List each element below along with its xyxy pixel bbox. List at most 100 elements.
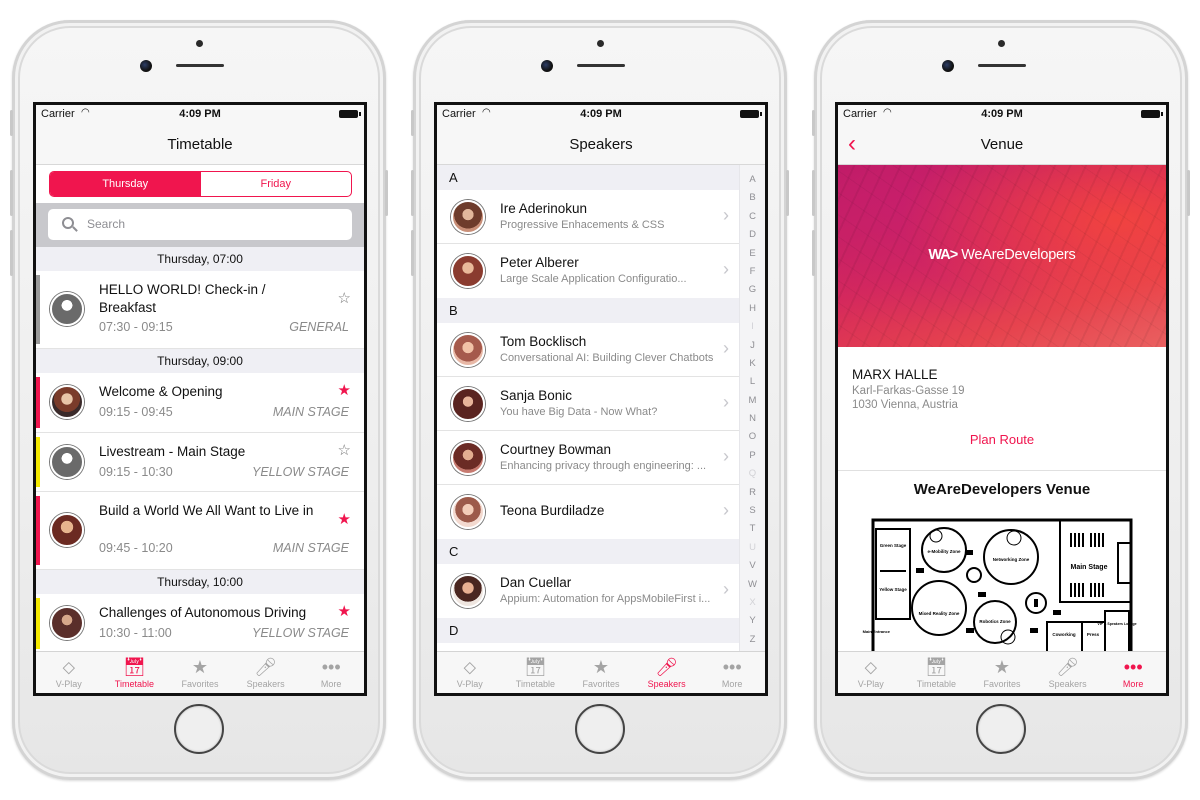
index-letter-b[interactable]: B [740, 189, 765, 207]
timetable-list[interactable]: Thursday, 07:00 HELLO WORLD! Check-in / … [36, 247, 364, 651]
page-title: Speakers [569, 136, 633, 153]
segment-friday[interactable]: Friday [201, 172, 352, 196]
index-letter-j[interactable]: J [740, 337, 765, 355]
tab-speakers[interactable]: 🎤︎ Speakers [634, 652, 700, 693]
home-button[interactable] [976, 704, 1026, 754]
index-letter-k[interactable]: K [740, 355, 765, 373]
main-stage-platform [1117, 542, 1132, 584]
index-letter-y[interactable]: Y [740, 612, 765, 630]
session-row[interactable]: Livestream - Main Stage 09:15 - 10:30 YE… [36, 433, 364, 492]
section-index-bar[interactable]: ABCDEFGHIJKLMNOPQRSTUVWXYZ [739, 165, 765, 651]
index-letter-p[interactable]: P [740, 447, 765, 465]
tab-more[interactable]: ••• More [1100, 652, 1166, 693]
index-letter-m[interactable]: M [740, 392, 765, 410]
venue-address-city: 1030 Vienna, Austria [852, 399, 958, 411]
index-letter-u[interactable]: U [740, 539, 765, 557]
favorite-star-icon[interactable]: ☆ [338, 291, 351, 306]
venue-hero-image: WA> WeAreDevelopers [838, 165, 1166, 347]
index-letter-r[interactable]: R [740, 484, 765, 502]
tab-label: Speakers [246, 679, 285, 689]
tab-favorites[interactable]: ★ Favorites [969, 652, 1035, 693]
index-letter-i[interactable]: I [740, 318, 765, 336]
index-letter-q[interactable]: Q [740, 465, 765, 483]
session-row[interactable]: Build a World We All Want to Live in 09:… [36, 492, 364, 570]
index-letter-n[interactable]: N [740, 410, 765, 428]
index-letter-v[interactable]: V [740, 557, 765, 575]
section-header: B [437, 298, 739, 323]
index-letter-d[interactable]: D [740, 226, 765, 244]
search-placeholder: Search [87, 217, 126, 231]
speakers-list[interactable]: A Ire Aderinokun Progressive Enhacements… [437, 165, 739, 651]
speaker-row[interactable]: Courtney Bowman Enhancing privacy throug… [437, 431, 739, 485]
speaker-row[interactable]: Tom Bocklisch Conversational AI: Buildin… [437, 323, 739, 377]
index-letter-e[interactable]: E [740, 245, 765, 263]
index-letter-z[interactable]: Z [740, 631, 765, 649]
index-letter-g[interactable]: G [740, 281, 765, 299]
index-letter-s[interactable]: S [740, 502, 765, 520]
map-label-robotics: Robotics Zone [979, 619, 1011, 624]
chevron-right-icon: › [723, 205, 729, 225]
tab-timetable[interactable]: 📅︎ Timetable [503, 652, 569, 693]
index-letter-h[interactable]: H [740, 300, 765, 318]
tab-label: V-Play [857, 679, 884, 689]
index-letter-o[interactable]: O [740, 428, 765, 446]
segment-thursday[interactable]: Thursday [50, 172, 201, 196]
index-letter-l[interactable]: L [740, 373, 765, 391]
venue-screen: Carrier ◠ 4:09 PM ‹ Venue WA> WeAreDevelo… [835, 102, 1169, 696]
earpiece-speaker [176, 64, 224, 67]
speaker-row-partial[interactable] [437, 643, 739, 651]
index-letter-f[interactable]: F [740, 263, 765, 281]
tab-favorites[interactable]: ★ Favorites [568, 652, 634, 693]
tab-vplay[interactable]: ⬦ V-Play [838, 652, 904, 693]
session-row[interactable]: Challenges of Autonomous Driving 10:30 -… [36, 594, 364, 651]
map-label-networking: Networking Zone [993, 557, 1030, 562]
session-stage: YELLOW STAGE [251, 626, 349, 640]
tab-timetable[interactable]: 📅︎ Timetable [102, 652, 168, 693]
fuel-pump-icon [1034, 599, 1038, 607]
section-header: C [437, 539, 739, 564]
tab-label: More [1122, 679, 1144, 689]
tab-favorites[interactable]: ★ Favorites [167, 652, 233, 693]
tab-timetable[interactable]: 📅︎ Timetable [904, 652, 970, 693]
index-letter-x[interactable]: X [740, 594, 765, 612]
day-segmented-control: Thursday Friday [49, 171, 352, 197]
index-letter-w[interactable]: W [740, 576, 765, 594]
speaker-row[interactable]: Sanja Bonic You have Big Data - Now What… [437, 377, 739, 431]
speaker-row[interactable]: Teona Burdiladze › [437, 485, 739, 539]
search-icon [62, 217, 74, 229]
more-dots-icon: ••• [722, 657, 742, 677]
favorite-star-icon[interactable]: ★ [338, 383, 351, 398]
tab-speakers[interactable]: 🎤︎ Speakers [233, 652, 299, 693]
favorite-star-icon[interactable]: ☆ [338, 443, 351, 458]
speaker-row[interactable]: Peter Alberer Large Scale Application Co… [437, 244, 739, 298]
tab-more[interactable]: ••• More [699, 652, 765, 693]
speaker-row[interactable]: Ire Aderinokun Progressive Enhacements &… [437, 190, 739, 244]
index-letter-c[interactable]: C [740, 208, 765, 226]
section-header: Thursday, 09:00 [36, 349, 364, 373]
star-icon: ★ [592, 657, 610, 677]
favorite-star-icon[interactable]: ★ [338, 512, 351, 527]
tab-more[interactable]: ••• More [298, 652, 364, 693]
session-row[interactable]: Welcome & Opening 09:15 - 09:45 MAIN STA… [36, 373, 364, 433]
speaker-avatar [451, 495, 485, 529]
session-row[interactable]: HELLO WORLD! Check-in / Breakfast 07:30 … [36, 271, 364, 349]
tab-vplay[interactable]: ⬦ V-Play [437, 652, 503, 693]
vplay-dice-icon: ⬦ [62, 657, 76, 677]
index-letter-a[interactable]: A [740, 171, 765, 189]
section-header: Thursday, 07:00 [36, 247, 364, 271]
search-input[interactable]: Search [48, 209, 352, 240]
plan-route-button[interactable]: Plan Route [838, 432, 1166, 447]
tab-label: Favorites [181, 679, 219, 689]
speaker-row[interactable]: Dan Cuellar Appium: Automation for AppsM… [437, 564, 739, 618]
favorite-star-icon[interactable]: ★ [338, 604, 351, 619]
tab-label: Timetable [114, 679, 154, 689]
index-letter-t[interactable]: T [740, 520, 765, 538]
volume-down-button [411, 230, 414, 276]
home-button[interactable] [575, 704, 625, 754]
tab-vplay[interactable]: ⬦ V-Play [36, 652, 102, 693]
tab-speakers[interactable]: 🎤︎ Speakers [1035, 652, 1101, 693]
earpiece-speaker [577, 64, 625, 67]
session-stage: MAIN STAGE [272, 405, 349, 419]
home-button[interactable] [174, 704, 224, 754]
venue-floor-plan[interactable]: Green Stage Yellow Stage e-Mobility Zone… [838, 503, 1166, 657]
